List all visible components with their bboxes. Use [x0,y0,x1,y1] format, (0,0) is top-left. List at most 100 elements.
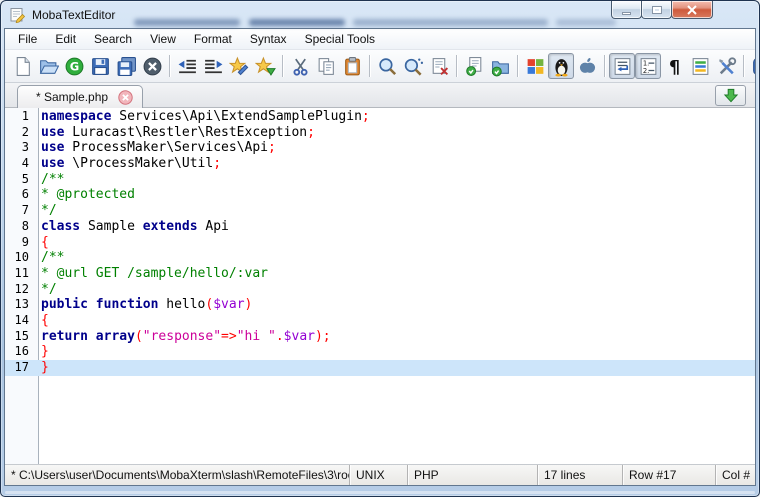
save-button[interactable] [87,53,113,79]
indent-icon [203,56,224,77]
code-area: 1namespace Services\Api\ExtendSamplePlug… [5,108,755,376]
code-line[interactable]: 14{ [5,313,755,329]
minimize-button[interactable] [611,0,642,19]
code-line[interactable]: 17} [5,360,755,376]
new-file-button[interactable] [9,53,35,79]
code-line[interactable]: 6* @protected [5,187,755,203]
paragraph-marks-icon: ¶ [664,56,685,77]
menu-format[interactable]: Format [185,30,241,48]
line-numbers-button[interactable]: 1.2. [635,53,661,79]
mac-format-button[interactable] [574,53,600,79]
folder-sync-icon [490,56,511,77]
folder-sync-button[interactable] [487,53,513,79]
code-line[interactable]: 7*/ [5,203,755,219]
line-number: 8 [5,219,34,235]
line-number: 14 [5,313,34,329]
replace-button[interactable] [426,53,452,79]
code-line-text: return array("response"=>"hi ".$var); [34,329,331,345]
tab-sample-php[interactable]: * Sample.php [17,85,143,108]
word-wrap-button[interactable] [609,53,635,79]
close-icon [686,5,698,15]
copy-icon [316,56,337,77]
menu-syntax[interactable]: Syntax [241,30,296,48]
toolbar-separator [604,55,605,77]
add-favorite-button[interactable] [252,53,278,79]
code-line[interactable]: 13public function hello($var) [5,297,755,313]
menu-view[interactable]: View [141,30,185,48]
cut-button[interactable] [287,53,313,79]
save-all-icon [116,56,137,77]
title-bar[interactable]: MobaTextEditor [1,1,759,28]
code-line-text: class Sample extends Api [34,219,229,235]
code-line-text: use Luracast\Restler\RestException; [34,125,315,141]
paragraph-marks-button[interactable]: ¶ [661,53,687,79]
reload-file-button[interactable] [461,53,487,79]
save-all-button[interactable] [113,53,139,79]
line-number: 9 [5,235,34,251]
code-line[interactable]: 15return array("response"=>"hi ".$var); [5,329,755,345]
code-line[interactable]: 2use Luracast\Restler\RestException; [5,125,755,141]
window-bottom-border [5,491,755,494]
unindent-button[interactable] [174,53,200,79]
tab-list-button[interactable] [715,85,746,106]
copy-button[interactable] [313,53,339,79]
line-number: 7 [5,203,34,219]
code-line[interactable]: 12*/ [5,282,755,298]
code-line[interactable]: 3use ProcessMaker\Services\Api; [5,140,755,156]
code-line-text: } [34,360,49,376]
exit-button[interactable] [748,53,756,79]
exit-icon [751,56,757,77]
unix-format-button[interactable] [548,53,574,79]
code-line-text: use \ProcessMaker\Util; [34,156,221,172]
tools-button[interactable] [713,53,739,79]
menu-file[interactable]: File [9,30,46,48]
glass-blur-artifact [134,19,240,26]
line-number: 5 [5,172,34,188]
menu-search[interactable]: Search [85,30,141,48]
code-editor[interactable]: 1namespace Services\Api\ExtendSamplePlug… [5,108,755,464]
unindent-icon [177,56,198,77]
menu-special-tools[interactable]: Special Tools [296,30,385,48]
maximize-button[interactable] [641,0,672,19]
line-number: 13 [5,297,34,313]
code-line-text: use ProcessMaker\Services\Api; [34,140,276,156]
code-line[interactable]: 8class Sample extends Api [5,219,755,235]
code-line-text: { [34,235,49,251]
code-line[interactable]: 4use \ProcessMaker\Util; [5,156,755,172]
code-line-text: { [34,313,49,329]
edit-favorites-button[interactable] [226,53,252,79]
close-button[interactable] [671,0,713,19]
find-next-button[interactable] [400,53,426,79]
toolbar: G 1.2.¶ [5,50,755,83]
line-number: 6 [5,187,34,203]
code-line[interactable]: 5/** [5,172,755,188]
tab-close-icon[interactable] [118,90,133,105]
client-area: FileEditSearchViewFormatSyntaxSpecial To… [4,28,756,486]
toolbar-separator [517,55,518,77]
windows-format-button[interactable] [522,53,548,79]
code-line-text: * @protected [34,187,135,203]
code-line-text: public function hello($var) [34,297,252,313]
menu-edit[interactable]: Edit [46,30,85,48]
code-line[interactable]: 10/** [5,250,755,266]
open-file-button[interactable] [35,53,61,79]
code-line-text: */ [34,203,57,219]
syntax-colors-button[interactable] [687,53,713,79]
code-line-text: /** [34,172,64,188]
code-line[interactable]: 1namespace Services\Api\ExtendSamplePlug… [5,109,755,125]
glass-blur-artifact [556,19,616,26]
menu-bar: FileEditSearchViewFormatSyntaxSpecial To… [5,29,755,50]
toolbar-separator [282,55,283,77]
paste-button[interactable] [339,53,365,79]
word-wrap-icon [612,56,633,77]
code-line[interactable]: 9{ [5,235,755,251]
code-line-text: */ [34,282,57,298]
toolbar-separator [456,55,457,77]
code-line[interactable]: 11* @url GET /sample/hello/:var [5,266,755,282]
code-line[interactable]: 16} [5,344,755,360]
code-line-text: * @url GET /sample/hello/:var [34,266,268,282]
find-button[interactable] [374,53,400,79]
sync-button[interactable]: G [61,53,87,79]
indent-button[interactable] [200,53,226,79]
close-file-button[interactable] [139,53,165,79]
